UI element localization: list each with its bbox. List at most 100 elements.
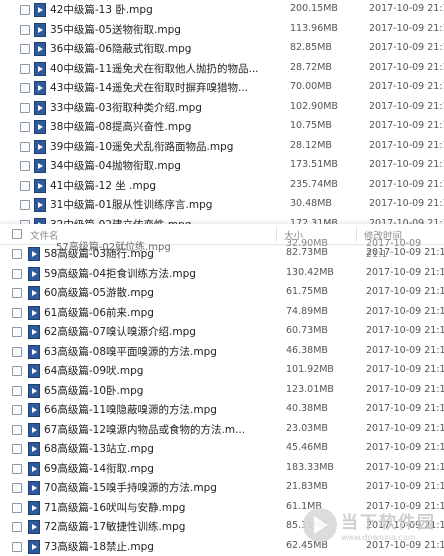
video-file-icon [34,101,46,115]
file-checkbox[interactable] [20,161,30,171]
file-name[interactable]: 71高级篇-16吠叫与安静.mpg [44,500,185,515]
file-row[interactable]: 39中级篇-10遥免犬乱衔路面物品.mpg28.12MB2017-10-09 2… [0,137,444,157]
file-checkbox[interactable] [12,269,22,279]
partially-hidden-row-size: 32.90MB [286,238,328,249]
file-checkbox[interactable] [12,288,22,298]
file-name[interactable]: 35中级篇-05送物衔取.mpg [50,22,181,37]
file-modified-date: 2017-10-09 21:1 [369,42,444,53]
file-checkbox[interactable] [12,386,22,396]
file-checkbox[interactable] [12,444,22,454]
file-name[interactable]: 70高级篇-15嗅手持嗅源的方法.mpg [44,480,217,495]
file-modified-date: 2017-10-09 21:1 [366,286,444,297]
file-row[interactable]: 61高级篇-06前来.mpg74.89MB2017-10-09 21:1 [0,303,444,323]
file-name[interactable]: 43中级篇-14遥免犬在衔取时摒弃嗅猎物... [50,80,248,95]
file-row[interactable]: 68高级篇-13站立.mpg45.46MB2017-10-09 21:1 [0,439,444,459]
file-name[interactable]: 38中级篇-08提高兴奋性.mpg [50,119,191,134]
file-checkbox[interactable] [20,142,30,152]
file-name[interactable]: 59高级篇-04拒食训练方法.mpg [44,266,196,281]
file-checkbox[interactable] [20,64,30,74]
file-row[interactable]: 43中级篇-14遥免犬在衔取时摒弃嗅猎物...70.00MB2017-10-09… [0,78,444,98]
file-checkbox[interactable] [20,103,30,113]
watermark-url: www.downxia.com [341,533,436,542]
file-name[interactable]: 33中级篇-03衔取种类介绍.mpg [50,100,202,115]
file-checkbox[interactable] [12,366,22,376]
file-name[interactable]: 67高级篇-12嗅源内物品或食物的方法.m... [44,422,245,437]
file-row[interactable]: 65高级篇-10卧.mpg123.01MB2017-10-09 21:1 [0,381,444,401]
file-checkbox[interactable] [12,405,22,415]
video-file-icon [34,3,46,17]
file-checkbox[interactable] [20,25,30,35]
file-checkbox[interactable] [12,464,22,474]
file-size: 82.85MB [290,42,332,53]
file-row[interactable]: 42中级篇-13 卧.mpg200.15MB2017-10-09 21:1 [0,0,444,20]
file-checkbox[interactable] [12,542,22,552]
file-size: 46.38MB [286,345,328,356]
file-name[interactable]: 61高级篇-06前来.mpg [44,305,154,320]
file-name[interactable]: 60高级篇-05游散.mpg [44,285,154,300]
file-row[interactable]: 69高级篇-14衔取.mpg183.33MB2017-10-09 21:1 [0,459,444,479]
file-checkbox[interactable] [20,122,30,132]
video-file-icon [34,140,46,154]
file-name[interactable]: 65高级篇-10卧.mpg [44,383,143,398]
file-checkbox[interactable] [12,347,22,357]
file-name[interactable]: 36中级篇-06隐蔽式衔取.mpg [50,41,191,56]
file-checkbox[interactable] [20,44,30,54]
file-name[interactable]: 73高级篇-18禁止.mpg [44,539,154,554]
file-name[interactable]: 31中级篇-01服从性训练序言.mpg [50,197,212,212]
file-row[interactable]: 38中级篇-08提高兴奋性.mpg10.75MB2017-10-09 21:1 [0,117,444,137]
file-row[interactable]: 33中级篇-03衔取种类介绍.mpg102.90MB2017-10-09 21:… [0,98,444,118]
file-checkbox[interactable] [20,5,30,15]
file-row[interactable]: 64高级篇-09吠.mpg101.92MB2017-10-09 21:1 [0,361,444,381]
file-name[interactable]: 64高级篇-09吠.mpg [44,363,143,378]
file-name[interactable]: 41中级篇-12 坐 .mpg [50,178,156,193]
file-checkbox[interactable] [12,483,22,493]
file-checkbox[interactable] [12,522,22,532]
file-checkbox[interactable] [12,327,22,337]
file-size: 101.92MB [286,364,334,375]
file-modified-date: 2017-10-09 21:1 [366,306,444,317]
file-name[interactable]: 39中级篇-10遥免犬乱衔路面物品.mpg [50,139,233,154]
video-file-icon [28,520,40,534]
file-modified-date: 2017-10-09 21:1 [366,345,444,356]
file-name[interactable]: 63高级篇-08嗅平面嗅源的方法.mpg [44,344,217,359]
file-modified-date: 2017-10-09 21:1 [369,3,444,14]
file-row[interactable]: 34中级篇-04抛物衔取.mpg173.51MB2017-10-09 21:1 [0,156,444,176]
file-checkbox[interactable] [12,425,22,435]
file-row[interactable]: 66高级篇-11嗅隐蔽嗅源的方法.mpg40.38MB2017-10-09 21… [0,400,444,420]
file-row[interactable]: 62高级篇-07嗅认嗅源介绍.mpg60.73MB2017-10-09 21:1 [0,322,444,342]
partially-hidden-row-name: 57高级篇-02就位练.mpg [56,238,171,253]
column-divider[interactable] [356,226,357,242]
file-name[interactable]: 66高级篇-11嗅隐蔽嗅源的方法.mpg [44,402,217,417]
file-checkbox[interactable] [12,249,22,259]
file-name[interactable]: 62高级篇-07嗅认嗅源介绍.mpg [44,324,196,339]
video-file-icon [28,481,40,495]
file-checkbox[interactable] [12,308,22,318]
file-row[interactable]: 63高级篇-08嗅平面嗅源的方法.mpg 46.38MB 2017-10-09 21… [0,342,444,362]
file-row[interactable]: 35中级篇-05送物衔取.mpg113.96MB2017-10-09 21:1 [0,20,444,40]
file-name[interactable]: 69高级篇-14衔取.mpg [44,461,154,476]
file-name[interactable]: 72高级篇-17敏捷性训练.mpg [44,519,185,534]
file-row[interactable]: 36中级篇-06隐蔽式衔取.mpg 82.85MB 2017-10-09 21:1 [0,39,444,59]
file-name[interactable]: 40中级篇-11遥免犬在衔取他人抛扔的物品... [50,61,259,76]
top-file-list: 42中级篇-13 卧.mpg200.15MB2017-10-09 21:135中… [0,0,444,234]
file-row[interactable]: 31中级篇-01服从性训练序言.mpg30.48MB2017-10-09 21:… [0,195,444,215]
file-row[interactable]: 60高级篇-05游散.mpg 61.75MB 2017-10-09 21:1 [0,283,444,303]
file-row[interactable]: 59高级篇-04拒食训练方法.mpg130.42MB2017-10-09 21:… [0,264,444,284]
file-row[interactable]: 40中级篇-11遥免犬在衔取他人抛扔的物品...28.72MB2017-10-0… [0,59,444,79]
file-row[interactable]: 70高级篇-15嗅手持嗅源的方法.mpg21.83MB2017-10-09 21… [0,478,444,498]
file-checkbox[interactable] [20,83,30,93]
file-checkbox[interactable] [12,503,22,513]
file-checkbox[interactable] [20,200,30,210]
file-checkbox[interactable] [20,181,30,191]
file-size: 60.73MB [286,325,328,336]
file-size: 61.75MB [286,286,328,297]
select-all-checkbox[interactable] [12,229,22,239]
name-column-header[interactable]: 文件名 [30,228,59,242]
file-name[interactable]: 42中级篇-13 卧.mpg [50,2,153,17]
file-size: 70.00MB [290,81,332,92]
file-row[interactable]: 67高级篇-12嗅源内物品或食物的方法.m...23.03MB2017-10-0… [0,420,444,440]
file-name[interactable]: 68高级篇-13站立.mpg [44,441,154,456]
file-row[interactable]: 41中级篇-12 坐 .mpg235.74MB2017-10-09 21:1 [0,176,444,196]
column-divider[interactable] [276,226,277,242]
file-name[interactable]: 34中级篇-04抛物衔取.mpg [50,158,181,173]
